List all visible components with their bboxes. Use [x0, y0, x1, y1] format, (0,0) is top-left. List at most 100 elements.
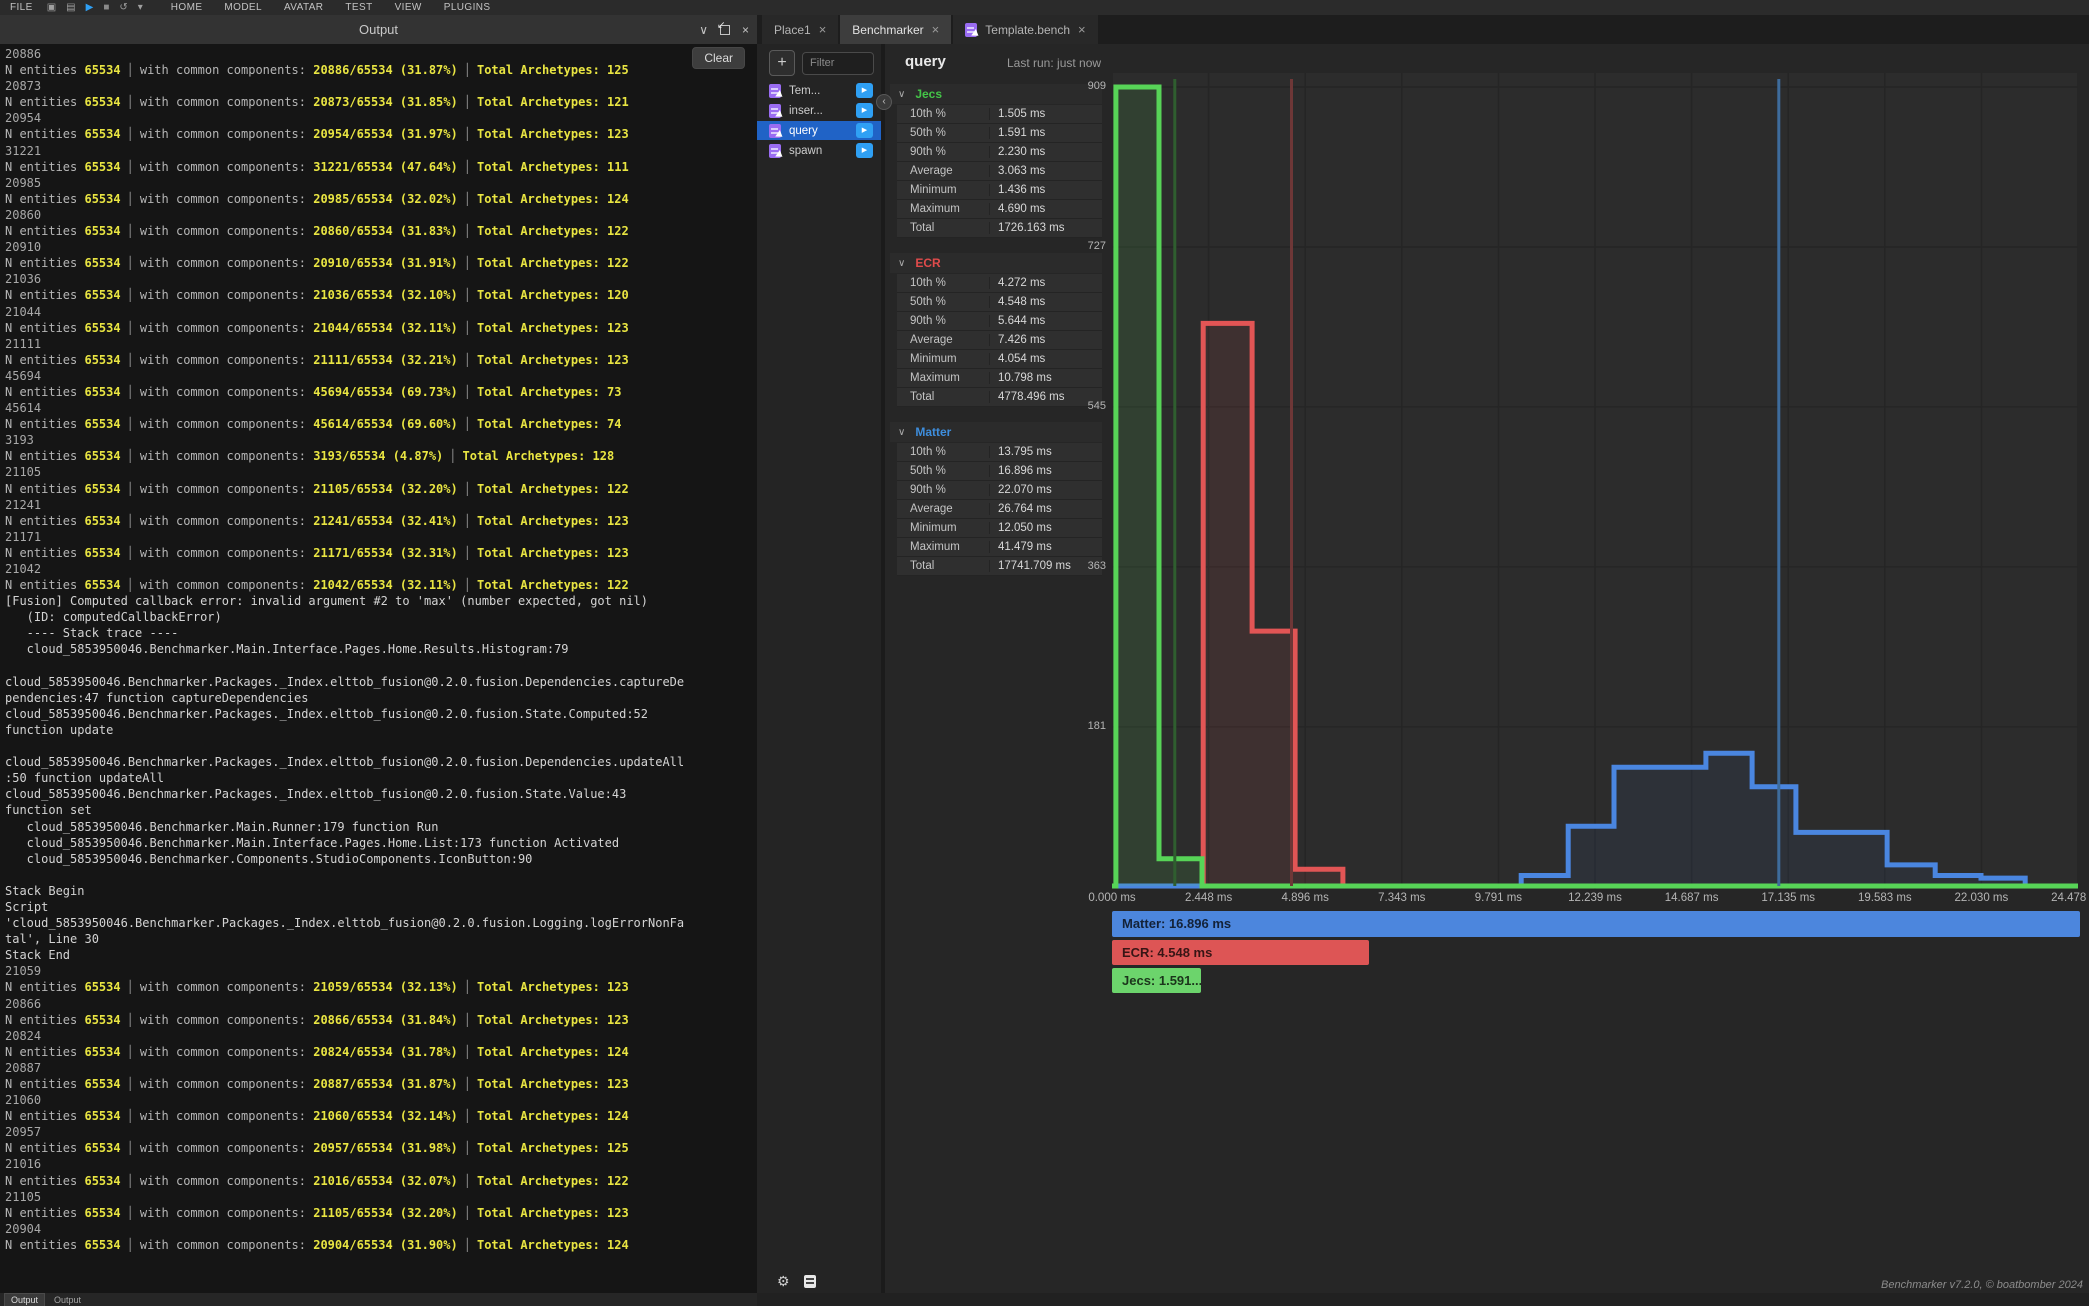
results-panel: query Last run: just now ∨Jecs10th %1.50… — [885, 44, 2089, 1293]
list-item-label: inser... — [789, 105, 823, 117]
log-entity-line: N entities 65534│with common components:… — [5, 255, 750, 271]
log-blank-line — [5, 658, 750, 674]
paste-icon[interactable]: ▣ — [47, 0, 56, 15]
archetypes-value: Total Archetypes: 125 — [477, 1141, 629, 1155]
run-benchmark-button[interactable]: ▶ — [856, 123, 873, 138]
separator: │ — [127, 224, 134, 238]
stat-value: 1.436 ms — [989, 184, 1102, 196]
output-dock-tab[interactable]: Output — [48, 1294, 87, 1306]
entity-prefix: N entities — [5, 980, 84, 994]
clear-output-button[interactable]: Clear — [692, 47, 745, 69]
common-label: with common components: — [140, 385, 313, 399]
log-entity-line: N entities 65534│with common components:… — [5, 416, 750, 432]
common-value: 21105/65534 (32.20%) — [313, 1206, 458, 1220]
sidebar-bottom-icons: ⚙ — [777, 1273, 816, 1290]
benchmark-list: Tem...▶inser...▶query▶spawn▶ — [757, 81, 881, 161]
list-item-inser[interactable]: inser... ▶ — [757, 101, 881, 120]
common-label: with common components: — [140, 160, 313, 174]
common-value: 21016/65534 (32.07%) — [313, 1174, 458, 1188]
entity-prefix: N entities — [5, 1077, 84, 1091]
undo-icon[interactable]: ↺ — [119, 0, 127, 15]
archetypes-value: Total Archetypes: 74 — [477, 417, 622, 431]
log-error-line: 'cloud_5853950046.Benchmarker.Packages._… — [5, 915, 750, 931]
menu-view[interactable]: VIEW — [395, 2, 422, 13]
copy-icon[interactable]: ▤ — [66, 0, 75, 15]
matter-series-fill — [1521, 753, 2025, 886]
close-icon[interactable]: × — [932, 22, 940, 37]
stat-value: 26.764 ms — [989, 503, 1102, 515]
menu-home[interactable]: HOME — [171, 2, 203, 13]
close-icon[interactable]: × — [819, 22, 827, 37]
separator: │ — [464, 127, 471, 141]
log-entity-line: N entities 65534│with common components:… — [5, 577, 750, 593]
separator: │ — [127, 417, 134, 431]
stat-label: 90th % — [897, 315, 989, 327]
log-count-line: 21171 — [5, 529, 750, 545]
tab-benchmarker[interactable]: Benchmarker× — [840, 15, 951, 44]
menu-plugins[interactable]: PLUGINS — [444, 2, 491, 13]
entity-count: 65534 — [84, 321, 120, 335]
stat-value: 5.644 ms — [989, 315, 1102, 327]
separator: │ — [127, 546, 134, 560]
entity-prefix: N entities — [5, 1206, 84, 1220]
archetypes-value: Total Archetypes: 122 — [477, 1174, 629, 1188]
tab-place1[interactable]: Place1× — [762, 15, 838, 44]
common-value: 21111/65534 (32.21%) — [313, 353, 458, 367]
log-count-line: 21044 — [5, 304, 750, 320]
gear-icon[interactable]: ⚙ — [777, 1273, 790, 1290]
stop-icon[interactable]: ■ — [103, 0, 109, 15]
dock-window-icon[interactable] — [720, 25, 730, 35]
run-benchmark-button[interactable]: ▶ — [856, 83, 873, 98]
menu-test[interactable]: TEST — [345, 2, 372, 13]
stat-row: Minimum12.050 ms — [897, 519, 1102, 538]
close-icon[interactable]: × — [1078, 22, 1086, 37]
file-menu[interactable]: FILE — [10, 2, 33, 13]
caret-down-icon[interactable]: ▾ — [138, 0, 143, 15]
list-item-query[interactable]: query▶ — [757, 121, 881, 140]
script-icon — [769, 104, 781, 118]
report-icon[interactable] — [804, 1275, 816, 1288]
common-label: with common components: — [140, 980, 313, 994]
plugin-credit: Benchmarker v7.2.0, © boatbomber 2024 — [1881, 1279, 2083, 1291]
list-item-spawn[interactable]: spawn▶ — [757, 141, 881, 160]
separator: │ — [464, 385, 471, 399]
log-error-line: cloud_5853950046.Benchmarker.Main.Runner… — [5, 819, 750, 835]
entity-prefix: N entities — [5, 385, 84, 399]
list-item-Tem[interactable]: Tem...▶ — [757, 81, 881, 100]
separator: │ — [464, 546, 471, 560]
menu-avatar[interactable]: AVATAR — [284, 2, 323, 13]
chevron-down-icon[interactable]: ∨ — [699, 23, 708, 37]
stat-row: 10th %4.272 ms — [897, 274, 1102, 293]
separator: │ — [127, 288, 134, 302]
stat-label: 10th % — [897, 446, 989, 458]
common-label: with common components: — [140, 1013, 313, 1027]
stats-panel: ∨Jecs10th %1.505 ms50th %1.591 ms90th %2… — [890, 84, 1102, 591]
log-error-line: cloud_5853950046.Benchmarker.Packages._I… — [5, 674, 750, 690]
stat-label: 50th % — [897, 127, 989, 139]
log-error-line: cloud_5853950046.Benchmarker.Packages._I… — [5, 754, 750, 770]
stat-row: 90th %5.644 ms — [897, 312, 1102, 331]
stat-value: 10.798 ms — [989, 372, 1102, 384]
common-value: 20886/65534 (31.87%) — [313, 63, 458, 77]
common-value: 45614/65534 (69.60%) — [313, 417, 458, 431]
log-count-line: 31221 — [5, 143, 750, 159]
close-icon[interactable]: × — [742, 23, 749, 37]
stats-section-header[interactable]: ∨Matter — [890, 422, 1102, 442]
stat-row: 90th %22.070 ms — [897, 481, 1102, 500]
common-label: with common components: — [140, 514, 313, 528]
run-benchmark-button[interactable]: ▶ — [856, 103, 873, 118]
separator: │ — [464, 417, 471, 431]
stat-label: Maximum — [897, 203, 989, 215]
play-icon[interactable]: ▶ — [86, 0, 94, 15]
stats-section-header[interactable]: ∨ECR — [890, 253, 1102, 273]
filter-input[interactable] — [802, 52, 874, 75]
add-benchmark-button[interactable]: + — [769, 50, 795, 76]
output-dock-tab[interactable]: Output — [4, 1293, 45, 1306]
log-count-line: 20904 — [5, 1221, 750, 1237]
menu-model[interactable]: MODEL — [224, 2, 262, 13]
run-benchmark-button[interactable]: ▶ — [856, 143, 873, 158]
collapse-sidebar-handle[interactable]: ‹ — [876, 94, 892, 110]
x-axis-tick-label: 12.239 ms — [1568, 892, 1622, 904]
separator: │ — [464, 192, 471, 206]
tab-template-bench[interactable]: Template.bench× — [953, 15, 1097, 44]
